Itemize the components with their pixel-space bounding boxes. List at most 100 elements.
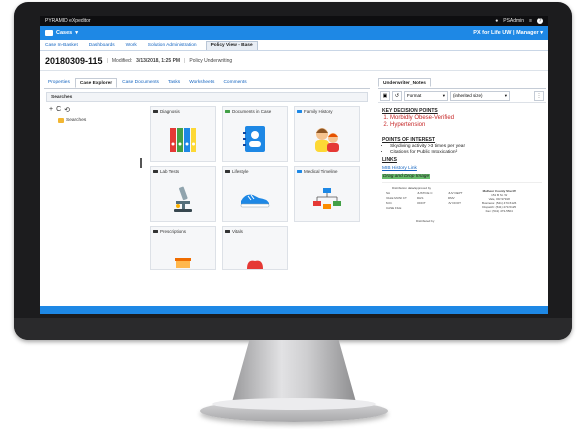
tile-label: Diagnosis <box>160 109 180 114</box>
list-item: Skydiving activity >3 times per year <box>390 144 542 149</box>
folder-dark-icon <box>153 229 158 234</box>
tile-prescriptions[interactable]: Prescriptions <box>150 226 216 270</box>
undo-icon[interactable]: ↺ <box>392 90 402 101</box>
doc-distribution: Distribution data/approved by <box>392 186 432 190</box>
sync-icon[interactable]: ⟲ <box>64 106 70 114</box>
doc-check: DHS <box>417 196 424 200</box>
tab-properties[interactable]: Properties <box>44 78 74 88</box>
separator: | <box>184 57 186 64</box>
help-icon[interactable]: ? <box>537 18 543 24</box>
tree-item-searches[interactable]: Searches <box>58 118 138 123</box>
os-bar-right: ● PSAdmin ≡ ? <box>495 18 543 24</box>
list-item: Citations for Public Intoxication² <box>390 150 542 155</box>
monitor-stand-neck <box>232 340 356 402</box>
tree-toolbar: + C ⟲ <box>46 104 138 116</box>
tile-label: Lifestyle <box>232 169 249 174</box>
tile-label: Vitals <box>232 229 243 234</box>
tab-comments[interactable]: Comments <box>219 78 250 88</box>
sneaker-icon <box>223 181 287 217</box>
case-type: Policy Underwriting <box>189 57 233 64</box>
key-points-title: KEY DECISION POINTS <box>382 108 438 114</box>
tab-case-explorer[interactable]: Case Explorer <box>74 78 118 88</box>
doc-check: M.D. <box>386 201 393 205</box>
size-label: (inherited size) <box>453 93 483 98</box>
context-label: PX for Life UW | Manager <box>473 30 539 36</box>
tab-case-documents[interactable]: Case Documents <box>118 78 163 88</box>
cases-menu[interactable]: Cases ▾ <box>45 30 78 36</box>
chevron-down-icon: ▾ <box>540 30 543 36</box>
folder-icon <box>58 118 64 123</box>
tile-vitals[interactable]: Vitals <box>222 226 288 270</box>
pane-splitter[interactable] <box>140 158 142 168</box>
cases-label: Cases <box>56 30 73 36</box>
screen-bottom-bar <box>40 306 548 314</box>
left-pane: Properties Case Explorer Case Documents … <box>44 78 370 312</box>
notes-editor[interactable]: KEY DECISION POINTS Morbidly Obese-Verif… <box>378 103 546 227</box>
modified-label: Modified: <box>111 57 133 64</box>
right-pane: Underwriter_Notes ▣ ↺ Format ▾ (inherite… <box>378 78 546 312</box>
tile-diagnosis[interactable]: Diagnosis <box>150 106 216 162</box>
folder-green-icon <box>225 109 230 114</box>
doc-check: JUV DEPT <box>448 191 463 195</box>
refresh-icon[interactable]: C <box>56 106 61 114</box>
attached-document-image: Distribution data/approved by SA JUSTICE… <box>382 182 542 224</box>
doc-fax: Fax: (541) 473-5504 <box>485 209 513 213</box>
tree-item-label: Searches <box>66 118 87 123</box>
tile-family-history[interactable]: Family History <box>294 106 360 162</box>
menu-case-in-basket[interactable]: Case In-Basket <box>43 43 80 50</box>
main-menu: Case In-Basket Dashboards Work Solution … <box>40 40 548 51</box>
hamburger-icon[interactable]: ≡ <box>529 18 532 24</box>
searches-header: Searches <box>46 92 368 102</box>
folder-dark-icon <box>225 229 230 234</box>
left-tabs: Properties Case Explorer Case Documents … <box>44 78 370 89</box>
doc-check: CASE FILE <box>386 206 402 210</box>
menu-work[interactable]: Work <box>124 43 139 50</box>
searches-tree: + C ⟲ Searches <box>46 104 138 310</box>
tile-label: Prescriptions <box>160 229 187 234</box>
key-points-list: Morbidly Obese-Verified Hypertension <box>390 115 542 128</box>
chevron-down-icon: ▾ <box>504 92 507 98</box>
add-icon[interactable]: + <box>49 106 53 114</box>
format-select[interactable]: Format ▾ <box>404 90 448 101</box>
save-icon[interactable]: ▣ <box>380 90 390 101</box>
doc-sheriff-block: Malheur County Sheriff 151 B St. W Vale,… <box>482 189 516 213</box>
list-item: Morbidly Obese-Verified <box>390 115 542 121</box>
doc-check: JV DOOT <box>448 201 462 205</box>
tile-documents-in-case[interactable]: Documents in Case <box>222 106 288 162</box>
doc-check: DMV <box>448 196 455 200</box>
menu-solution-administration[interactable]: Solution Administration <box>146 43 199 50</box>
size-select[interactable]: (inherited size) ▾ <box>450 90 510 101</box>
explorer-grid: Diagnosis Documents in Case Family Histo… <box>150 106 364 306</box>
doc-check: VALE MUNI CT <box>386 196 407 200</box>
os-title-bar: PYRAMID eXpeditor ● PSAdmin ≡ ? <box>40 16 548 26</box>
tab-worksheets[interactable]: Worksheets <box>185 78 218 88</box>
doc-checklist: SA JUSTICE C JUV DEPT VALE MUNI CT DHS D… <box>386 191 476 210</box>
doc-blue-icon <box>297 109 302 114</box>
format-label: Format <box>407 93 422 98</box>
menu-dashboards[interactable]: Dashboards <box>87 43 117 50</box>
links-title: LINKS <box>382 157 397 163</box>
microscope-icon <box>151 181 215 217</box>
tab-tasks[interactable]: Tasks <box>164 78 184 88</box>
monitor-stand-foot-top <box>212 398 376 410</box>
scene: PYRAMID eXpeditor ● PSAdmin ≡ ? Cases ▾ … <box>0 0 588 429</box>
tile-lab-tests[interactable]: Lab Tests <box>150 166 216 222</box>
monitor-chin <box>14 318 572 340</box>
contact-book-icon <box>223 121 287 157</box>
case-number: 20180309-115 <box>45 55 103 66</box>
mib-history-link[interactable]: MIB History Link <box>382 166 417 171</box>
drag-drop-label: Drag and Drop Image <box>382 174 431 179</box>
tile-label: Family History <box>304 109 333 114</box>
context-menu[interactable]: PX for Life UW | Manager ▾ <box>473 30 543 36</box>
user-menu[interactable]: PSAdmin <box>503 18 524 24</box>
more-icon[interactable]: ⋮ <box>534 90 544 101</box>
chevron-down-icon: ▾ <box>75 30 78 36</box>
notes-toolbar: ▣ ↺ Format ▾ (inherited size) ▾ ⋮ <box>378 89 546 103</box>
tile-lifestyle[interactable]: Lifestyle <box>222 166 288 222</box>
list-item: Hypertension <box>390 122 542 128</box>
tile-medical-timeline[interactable]: Medical Timeline <box>294 166 360 222</box>
doc-check: ODOT <box>417 201 426 205</box>
tab-underwriter-notes[interactable]: Underwriter_Notes <box>378 78 431 87</box>
case-title-row: 20180309-115 | Modified: 3/13/2018, 1:25… <box>40 51 548 71</box>
menu-policy-view[interactable]: Policy View - Base <box>205 41 258 50</box>
